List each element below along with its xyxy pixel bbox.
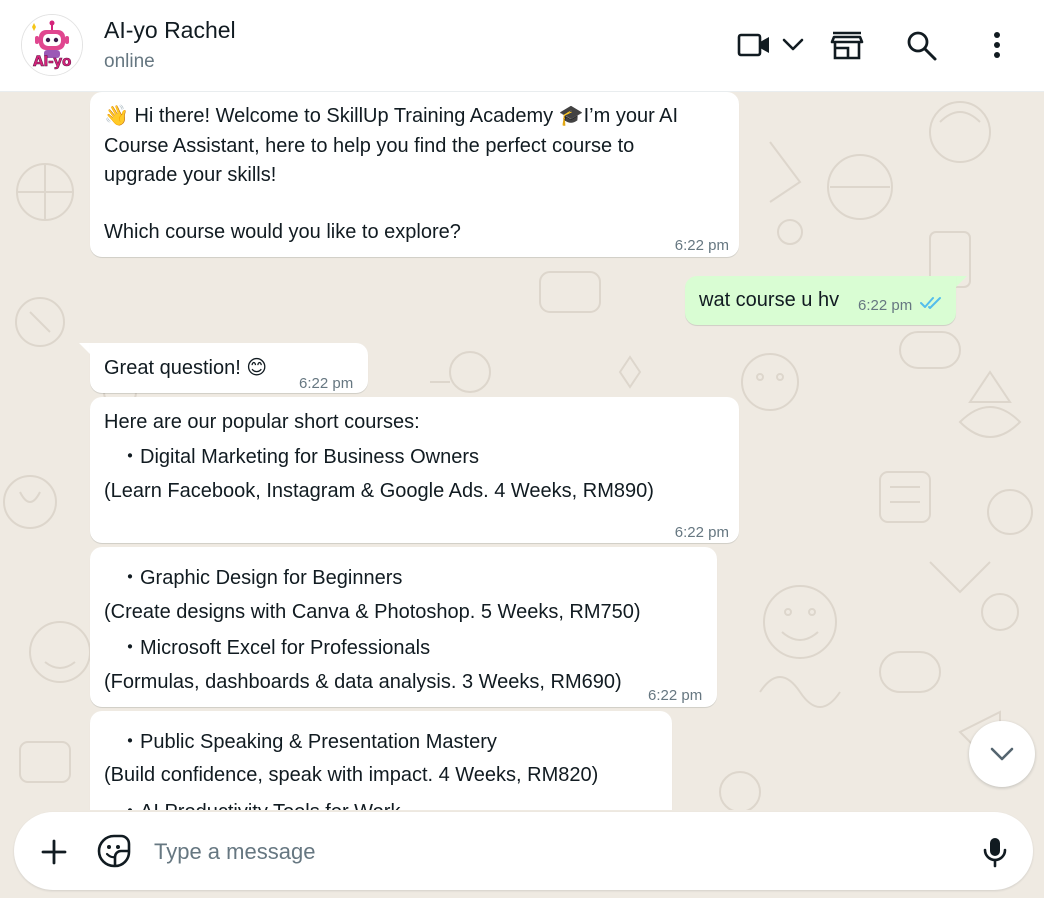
message-text-line: (Build confidence, speak with impact. 4 … [104, 764, 599, 786]
message-bubble-incoming[interactable]: 👋 Hi there! Welcome to SkillUp Training … [90, 92, 739, 257]
avatar-text: AI-yo [32, 54, 72, 71]
message-text-line: ・Graphic Design for Beginners [120, 567, 403, 589]
message-time: 6:22 pm [299, 375, 354, 392]
message-text-line: (Learn Facebook, Instagram & Google Ads.… [104, 480, 654, 502]
message-text-line: Which course would you like to explore? [104, 221, 461, 243]
bubble-tail [955, 276, 967, 288]
message-time: 6:22 pm [674, 524, 729, 541]
chat-area[interactable]: 👋 Hi there! Welcome to SkillUp Training … [0, 92, 1044, 898]
message-text-line: ・Digital Marketing for Business Owners [120, 446, 480, 468]
message-bubble-incoming[interactable]: Great question! 😊 6:22 pm [90, 343, 368, 393]
message-text-line: Course Assistant, here to help you find … [104, 135, 635, 157]
contact-name[interactable]: AI-yo Rachel [104, 17, 236, 44]
message-text-line: 👋 Hi there! Welcome to SkillUp Training … [104, 105, 679, 127]
video-call-icon[interactable] [737, 33, 771, 57]
sticker-icon[interactable] [97, 834, 131, 868]
message-bubble-incoming[interactable]: ・Graphic Design for Beginners (Create de… [90, 547, 717, 707]
contact-status: online [104, 51, 155, 72]
chevron-down-icon [990, 747, 1014, 761]
message-text-line: wat course u hv [699, 289, 840, 311]
message-time: 6:22 pm [648, 687, 703, 704]
message-text-line: (Create designs with Canva & Photoshop. … [104, 601, 641, 623]
microphone-icon[interactable] [982, 836, 1008, 868]
attach-plus-icon[interactable] [41, 839, 67, 865]
message-text-line: ・Microsoft Excel for Professionals [120, 637, 431, 659]
message-time: 6:22 pm [858, 297, 913, 314]
message-text-line: (Formulas, dashboards & data analysis. 3… [104, 671, 622, 693]
read-receipt-icon [920, 297, 941, 309]
shop-icon[interactable] [830, 30, 864, 60]
chevron-down-icon[interactable] [782, 38, 804, 52]
message-time: 6:22 pm [674, 237, 729, 254]
message-composer [14, 812, 1033, 890]
scroll-to-bottom-button[interactable] [969, 721, 1035, 787]
more-options-icon[interactable] [990, 31, 1004, 61]
message-input[interactable] [152, 831, 946, 873]
message-text-line: ・Public Speaking & Presentation Mastery [120, 731, 497, 753]
message-text-line: Here are our popular short courses: [104, 411, 420, 433]
message-text-line: Great question! 😊 [104, 357, 268, 379]
message-text-line: upgrade your skills! [104, 164, 277, 186]
avatar[interactable]: AI-yo [21, 14, 83, 76]
search-icon[interactable] [906, 30, 938, 62]
message-bubble-incoming[interactable]: Here are our popular short courses: ・Dig… [90, 397, 739, 543]
message-bubble-outgoing[interactable]: wat course u hv 6:22 pm [685, 276, 956, 325]
chat-header: AI-yo AI-yo Rachel online [0, 0, 1044, 92]
